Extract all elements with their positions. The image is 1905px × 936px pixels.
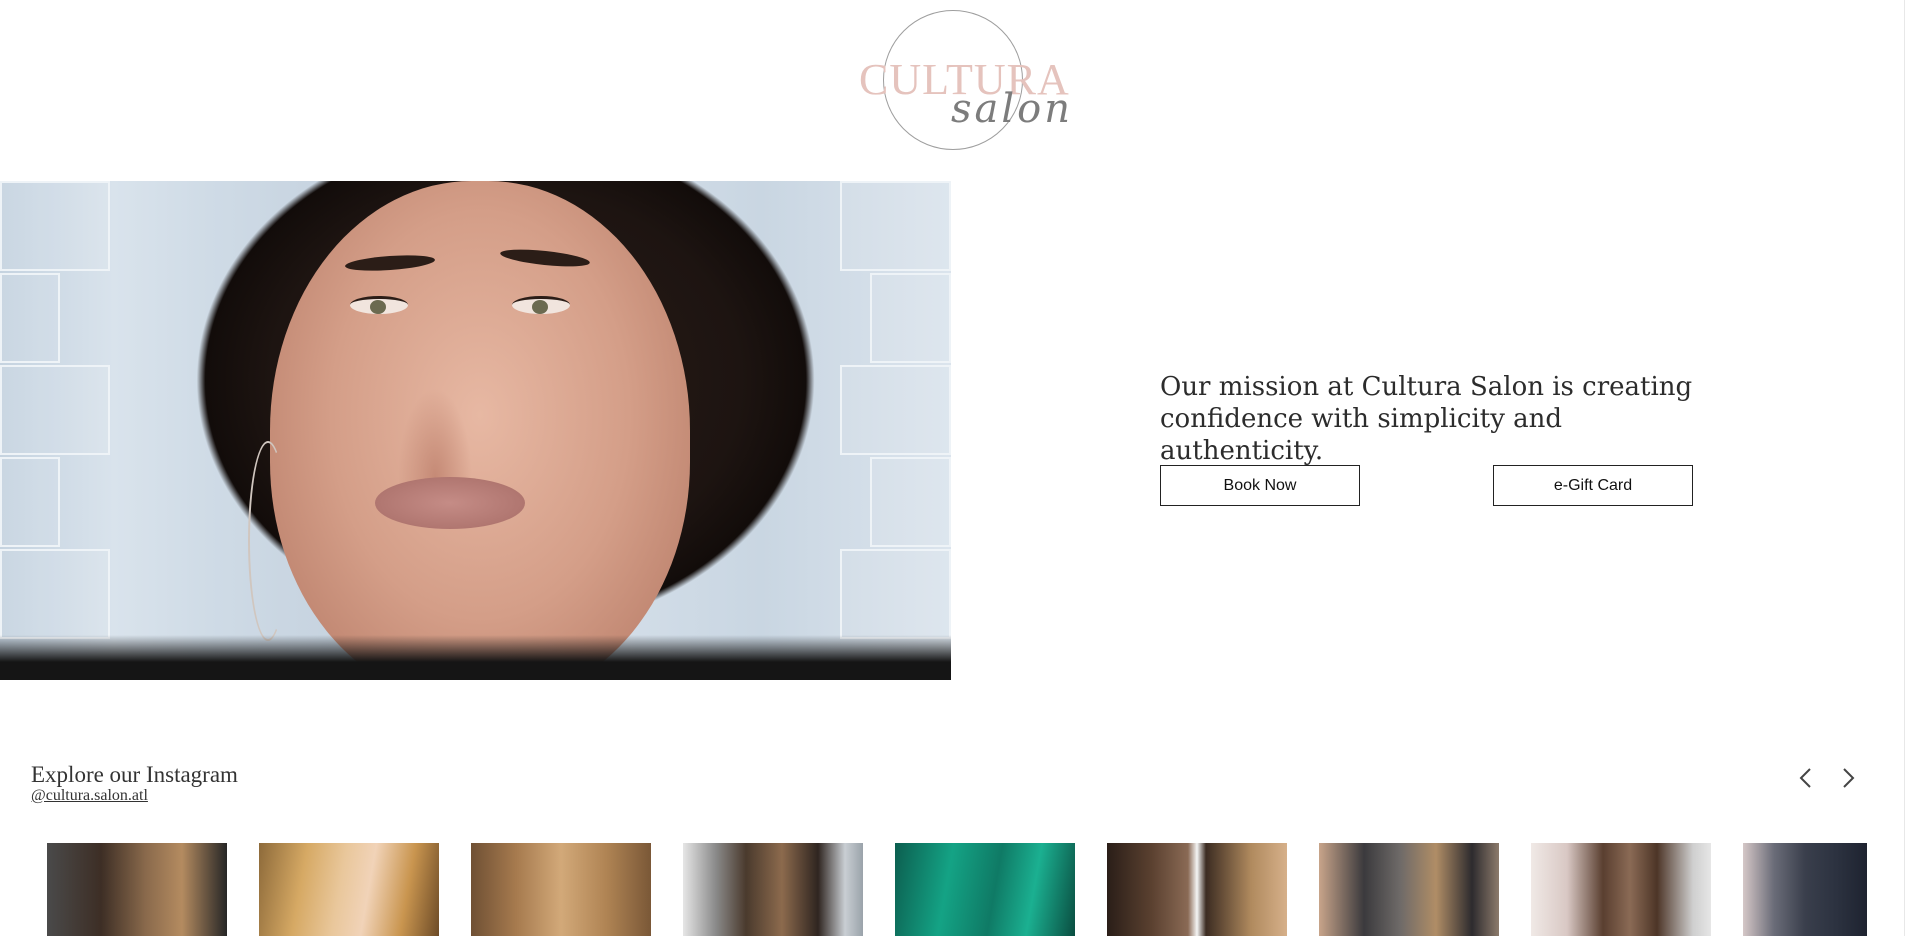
instagram-thumbnail[interactable]	[471, 843, 651, 936]
mission-statement: Our mission at Cultura Salon is creating…	[1160, 372, 1693, 466]
earring	[248, 441, 288, 641]
chevron-right-icon[interactable]	[1834, 764, 1862, 792]
chevron-left-icon[interactable]	[1792, 764, 1820, 792]
lips	[375, 477, 525, 529]
book-now-button[interactable]: Book Now	[1160, 465, 1360, 506]
salon-logo[interactable]: CULTURA salon	[855, 8, 1070, 150]
instagram-heading: Explore our Instagram	[31, 762, 238, 787]
instagram-thumbnail[interactable]	[47, 843, 227, 936]
instagram-thumbnail[interactable]	[259, 843, 439, 936]
instagram-thumbnail[interactable]	[895, 843, 1075, 936]
instagram-thumbnail[interactable]	[683, 843, 863, 936]
hero-image	[0, 181, 951, 680]
face	[270, 181, 690, 680]
instagram-thumbnail[interactable]	[1319, 843, 1499, 936]
logo-script: salon	[951, 86, 1074, 132]
instagram-thumbnail[interactable]	[1743, 843, 1867, 936]
instagram-handle-link[interactable]: @cultura.salon.atl	[31, 787, 148, 805]
e-gift-card-button[interactable]: e-Gift Card	[1493, 465, 1693, 506]
instagram-gallery	[47, 843, 1867, 936]
shirt	[0, 635, 951, 680]
instagram-thumbnail[interactable]	[1107, 843, 1287, 936]
instagram-thumbnail[interactable]	[1531, 843, 1711, 936]
